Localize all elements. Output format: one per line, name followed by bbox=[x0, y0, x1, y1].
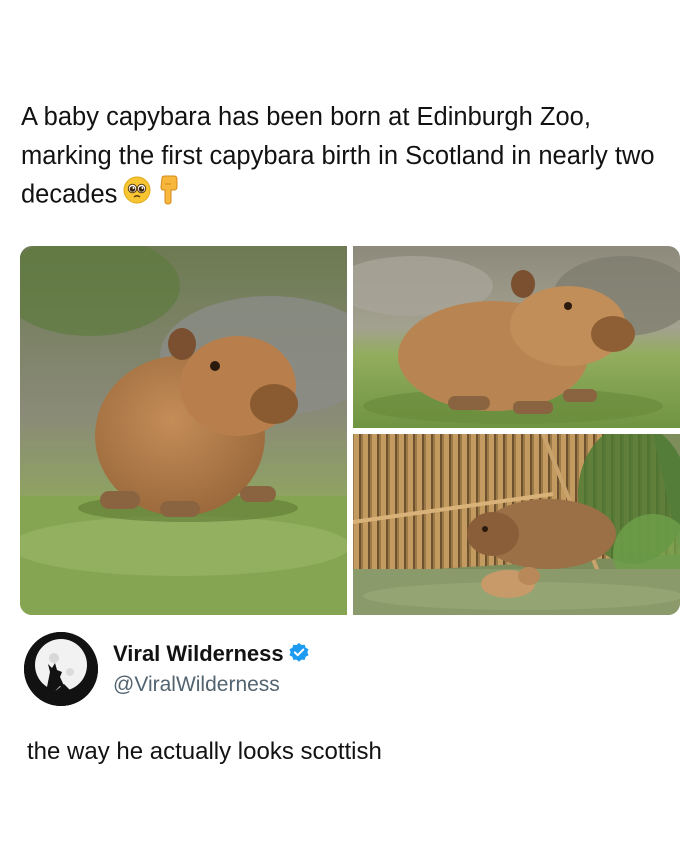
tweet-text: the way he actually looks scottish bbox=[27, 738, 382, 765]
avatar[interactable] bbox=[24, 632, 98, 706]
verified-badge-icon bbox=[288, 642, 310, 670]
photo-baby-capybara-lying[interactable] bbox=[353, 246, 680, 428]
photo-baby-capybara-sitting[interactable] bbox=[20, 246, 347, 615]
photo-grid bbox=[20, 246, 680, 616]
author-block: Viral Wilderness @ViralWilderness bbox=[24, 630, 664, 710]
pleading-face-icon bbox=[123, 176, 151, 216]
wolf-moon-icon bbox=[24, 632, 98, 706]
photo-capybara-family-shelter[interactable] bbox=[353, 434, 680, 615]
author-name-text: Viral Wilderness bbox=[113, 641, 284, 666]
backhand-index-pointing-down-icon bbox=[157, 175, 179, 217]
headline-text: A baby capybara has been born at Edinbur… bbox=[21, 103, 655, 209]
author-display-name[interactable]: Viral Wilderness bbox=[113, 641, 310, 670]
post-headline: A baby capybara has been born at Edinbur… bbox=[21, 98, 681, 217]
author-handle[interactable]: @ViralWilderness bbox=[113, 673, 280, 697]
